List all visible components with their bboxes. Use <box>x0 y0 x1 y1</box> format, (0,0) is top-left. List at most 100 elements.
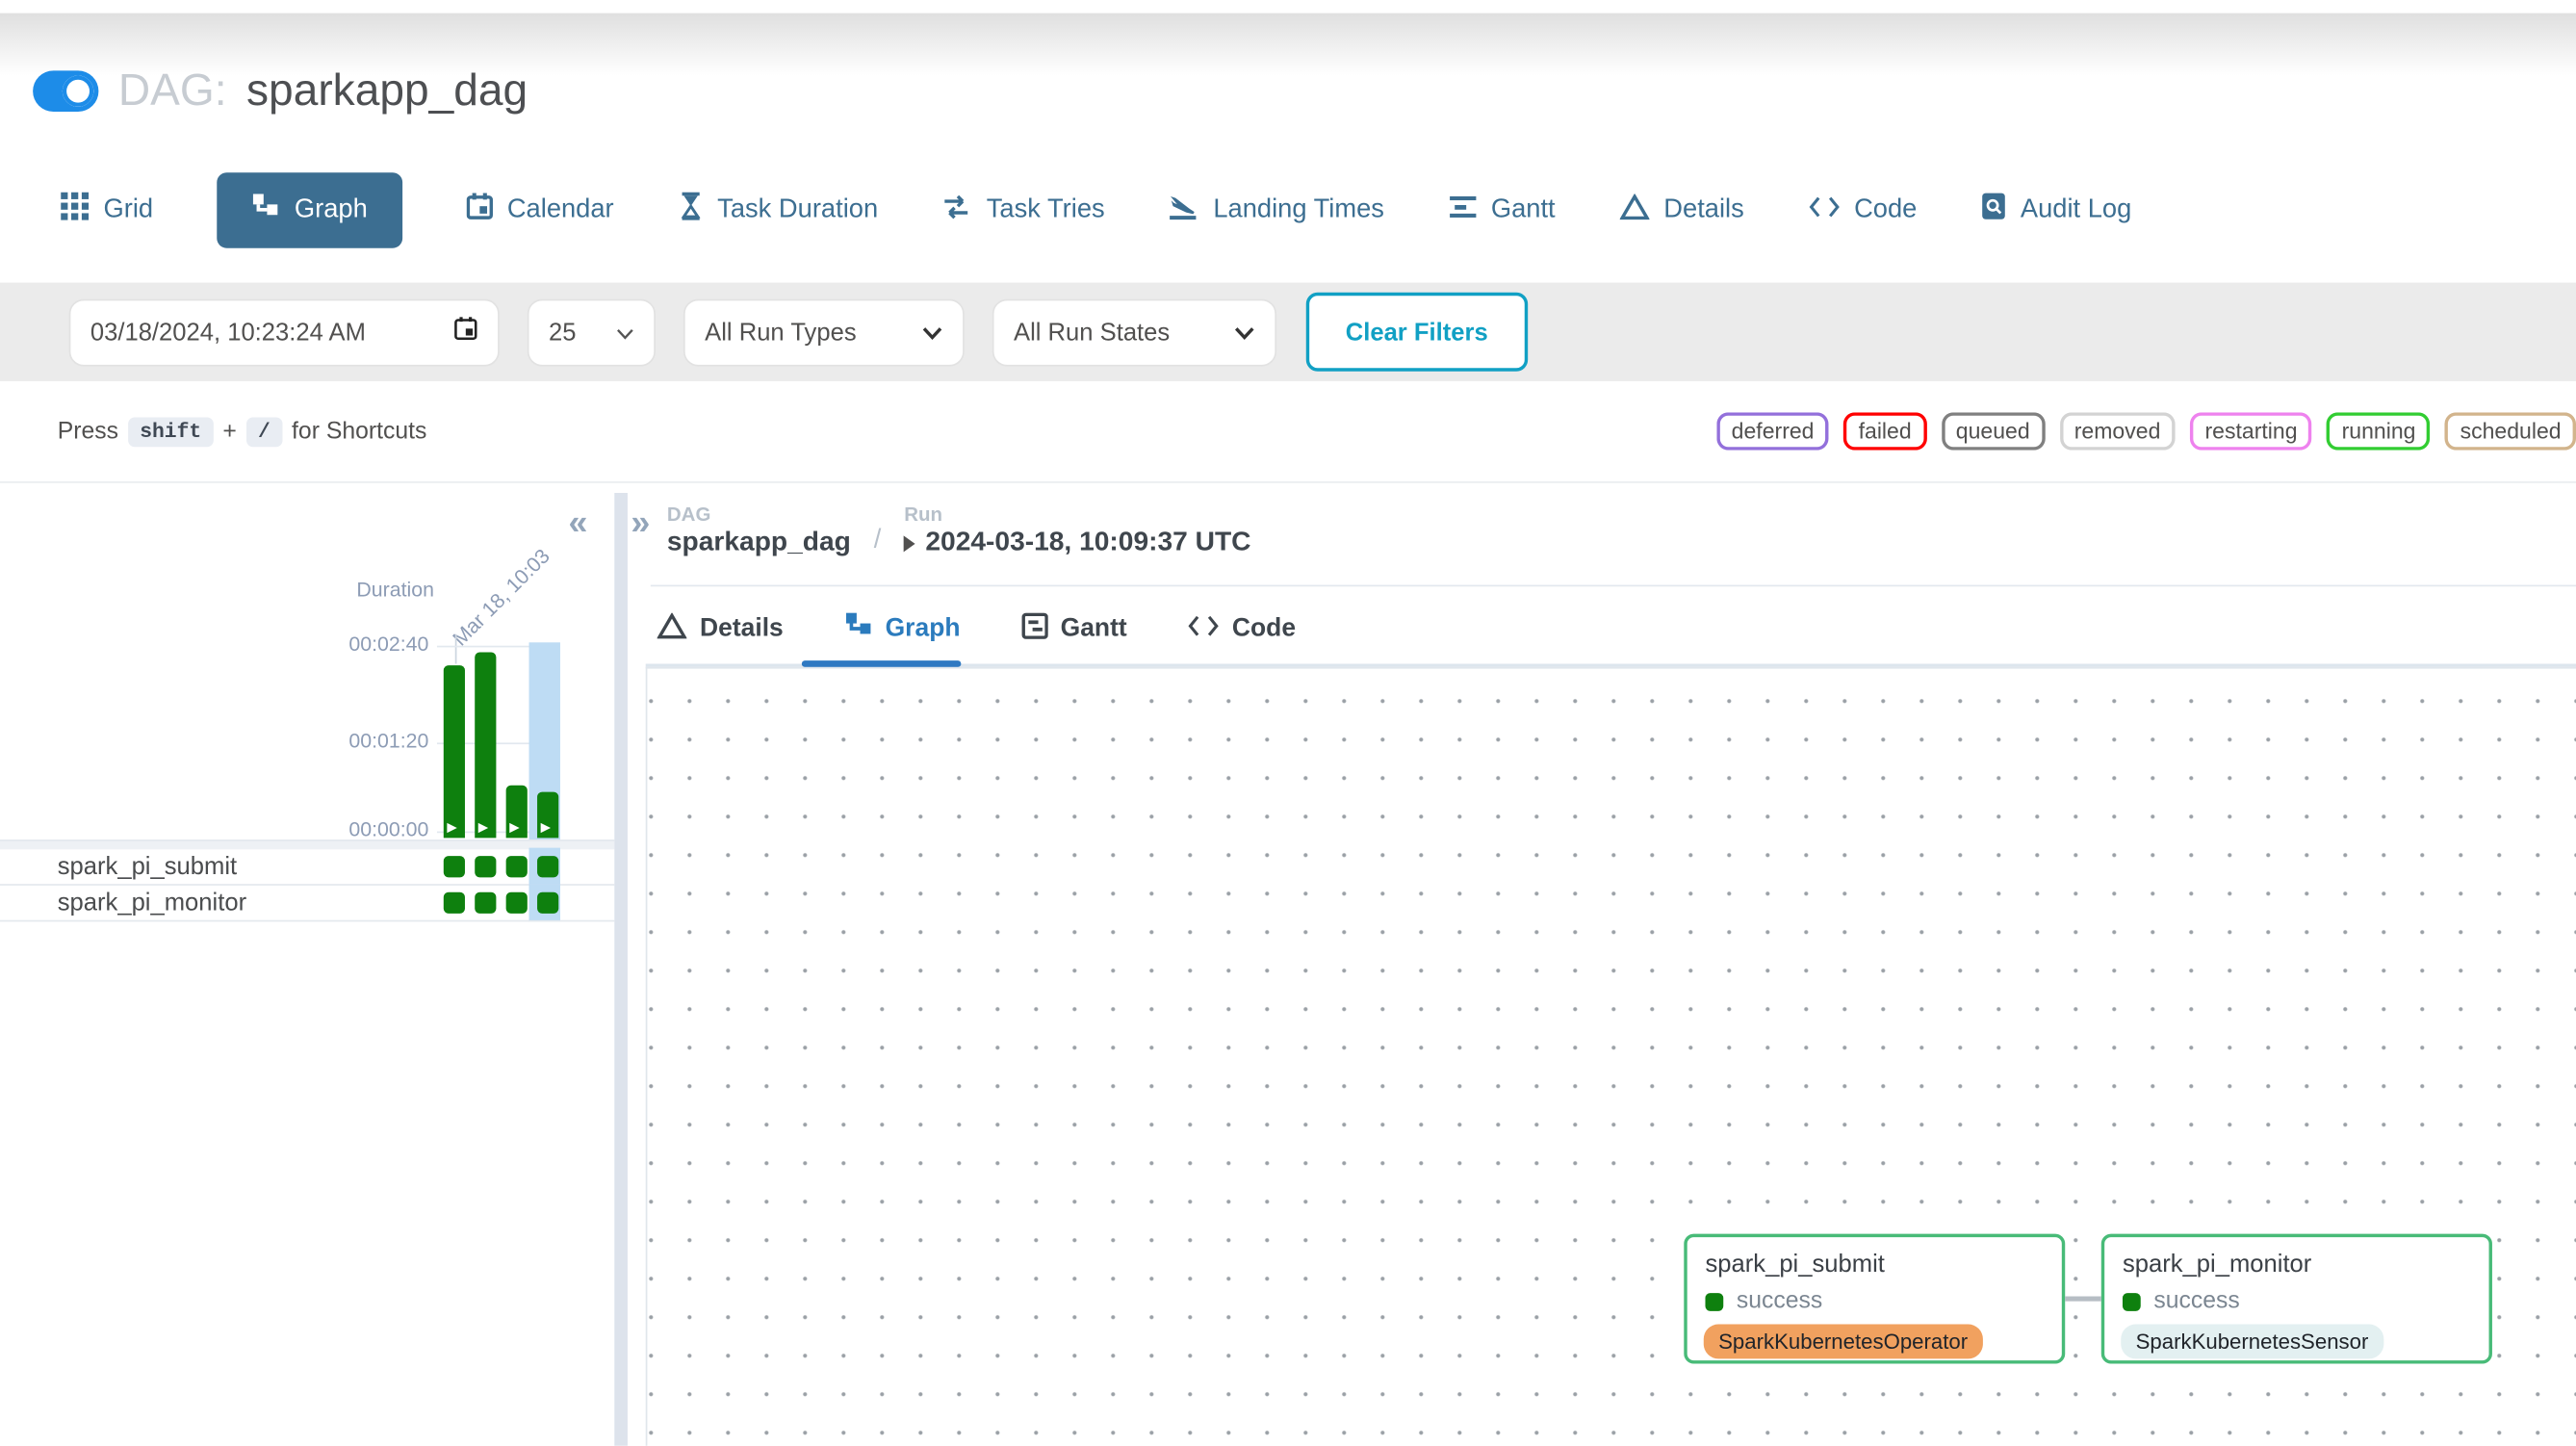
dag-pause-toggle[interactable] <box>33 70 98 112</box>
graph-icon <box>252 193 280 229</box>
warning-icon <box>657 612 687 647</box>
task-instance-success[interactable] <box>475 891 496 913</box>
nav-tab-code[interactable]: Code <box>1808 194 1917 225</box>
breadcrumb: DAG sparkapp_dag / Run 2024-03-18, 10:09… <box>667 503 1251 558</box>
nav-tab-label: Graph <box>295 195 368 225</box>
shift-key: shift <box>128 417 213 447</box>
nav-tab-graph[interactable]: Graph <box>218 172 402 248</box>
graph-icon <box>844 611 872 648</box>
duration-axis-label: Duration <box>356 579 434 602</box>
task-instance-success[interactable] <box>537 855 558 876</box>
run-tab-label: Gantt <box>1061 614 1127 644</box>
state-badge-deferred[interactable]: deferred <box>1716 412 1829 450</box>
run-tab-gantt[interactable]: Gantt <box>1021 612 1127 647</box>
nav-tab-label: Task Duration <box>717 195 878 225</box>
task-instance-success[interactable] <box>506 891 528 913</box>
task-instance-success[interactable] <box>537 891 558 913</box>
audit-icon <box>1981 193 2006 229</box>
run-tab-details[interactable]: Details <box>657 612 784 647</box>
run-type-play-icon: ▶ <box>447 820 457 837</box>
toggle-knob <box>63 76 93 107</box>
run-type-play-icon: ▶ <box>509 820 520 837</box>
code-icon <box>1188 613 1219 644</box>
nav-tab-label: Audit Log <box>2021 195 2131 225</box>
chevron-down-icon <box>921 318 942 346</box>
calendar-icon <box>453 316 478 349</box>
breadcrumb-run[interactable]: Run 2024-03-18, 10:09:37 UTC <box>904 503 1250 558</box>
task-state: success <box>1737 1288 1822 1314</box>
base-date-value: 03/18/2024, 10:23:24 AM <box>90 318 366 346</box>
breadcrumb-run-value: 2024-03-18, 10:09:37 UTC <box>925 528 1250 558</box>
shortcut-hint: Press shift + / for Shortcuts <box>58 417 427 447</box>
state-badge-removed[interactable]: removed <box>2059 412 2175 450</box>
state-badge-scheduled[interactable]: scheduled <box>2445 412 2576 450</box>
run-states-select[interactable]: All Run States <box>992 298 1276 366</box>
run-tab-graph[interactable]: Graph <box>844 611 961 648</box>
nav-tab-label: Gantt <box>1491 195 1556 225</box>
dag-run-bar[interactable]: ▶ <box>444 665 465 838</box>
dag-view-tabs: Grid Graph Calendar Task Duration Task Tries… <box>61 170 2576 249</box>
run-tab-label: Details <box>700 614 784 644</box>
task-row-spark_pi_monitor[interactable]: spark_pi_monitor <box>0 884 614 921</box>
state-badge-failed[interactable]: failed <box>1843 412 1926 450</box>
main-area: « Duration Mar 18, 10:03 00:02:40 00:01:… <box>0 483 2576 1446</box>
panel-divider[interactable] <box>614 493 628 1446</box>
graph-canvas[interactable]: spark_pi_submitsuccessSparkKubernetesOpe… <box>646 667 2576 1446</box>
task-node-spark_pi_monitor[interactable]: spark_pi_monitorsuccessSparkKubernetesSe… <box>2101 1234 2492 1364</box>
nav-tab-gantt[interactable]: Gantt <box>1448 194 1555 228</box>
task-state: success <box>2153 1288 2239 1314</box>
state-badge-queued[interactable]: queued <box>1941 412 2045 450</box>
page-size-value: 25 <box>549 318 576 346</box>
clear-filters-button[interactable]: Clear Filters <box>1306 293 1528 372</box>
calendar-icon <box>466 193 492 229</box>
task-name: spark_pi_monitor <box>58 889 246 917</box>
base-date-input[interactable]: 03/18/2024, 10:23:24 AM <box>69 298 500 366</box>
state-badge-restarting[interactable]: restarting <box>2190 412 2312 450</box>
run-triangle-icon <box>904 535 915 552</box>
run-states-value: All Run States <box>1014 318 1170 346</box>
task-instance-success[interactable] <box>475 855 496 876</box>
nav-tab-label: Details <box>1663 195 1743 225</box>
task-instance-success[interactable] <box>444 891 465 913</box>
run-column-label[interactable]: Mar 18, 10:03 <box>449 506 593 651</box>
nav-tab-details[interactable]: Details <box>1619 194 1744 228</box>
dag-run-bar[interactable]: ▶ <box>537 792 558 839</box>
airflow-dag-page: DAG: sparkapp_dag Grid Graph Calendar Task … <box>0 0 2576 1446</box>
nav-tab-calendar[interactable]: Calendar <box>466 193 613 229</box>
task-row-spark_pi_submit[interactable]: spark_pi_submit <box>0 848 614 886</box>
dag-run-bar[interactable]: ▶ <box>475 653 496 839</box>
task-instance-success[interactable] <box>444 855 465 876</box>
nav-tab-task-duration[interactable]: Task Duration <box>678 193 878 229</box>
run-types-select[interactable]: All Run Types <box>683 298 965 366</box>
nav-tab-audit-log[interactable]: Audit Log <box>1981 193 2131 229</box>
breadcrumb-dag-label: DAG <box>667 503 851 526</box>
nav-tab-label: Grid <box>104 195 154 225</box>
state-badge-running[interactable]: running <box>2327 412 2431 450</box>
axis-tick <box>455 634 457 664</box>
task-node-spark_pi_submit[interactable]: spark_pi_submitsuccessSparkKubernetesOpe… <box>1684 1234 2065 1364</box>
task-instance-success[interactable] <box>506 855 528 876</box>
breadcrumb-dag[interactable]: DAG sparkapp_dag <box>667 503 851 558</box>
run-types-value: All Run Types <box>705 318 856 346</box>
dag-title: sparkapp_dag <box>246 65 528 116</box>
filter-bar: 03/18/2024, 10:23:24 AM 25 All Run Types… <box>0 283 2576 381</box>
operator-badge: SparkKubernetesSensor <box>2121 1325 2383 1359</box>
nav-tab-landing-times[interactable]: Landing Times <box>1169 193 1384 229</box>
shortcut-row: Press shift + / for Shortcuts deferred fa… <box>0 381 2576 483</box>
state-legend: deferred failed queued removed restarting run… <box>1716 412 2576 450</box>
state-square-icon <box>1705 1292 1723 1310</box>
expand-panel-icon[interactable]: » <box>631 506 650 541</box>
task-edge <box>2065 1297 2101 1302</box>
run-tab-code[interactable]: Code <box>1188 613 1296 644</box>
run-tab-label: Code <box>1232 614 1296 644</box>
dag-header: DAG: sparkapp_dag <box>33 65 528 116</box>
nav-tab-label: Landing Times <box>1213 195 1384 225</box>
dag-run-bar[interactable]: ▶ <box>506 786 528 839</box>
breadcrumb-dag-value: sparkapp_dag <box>667 528 851 558</box>
nav-tab-task-tries[interactable]: Task Tries <box>942 194 1105 228</box>
nav-tab-grid[interactable]: Grid <box>61 193 153 229</box>
page-size-select[interactable]: 25 <box>528 298 656 366</box>
gantt-sm-icon <box>1021 612 1047 647</box>
y-tick-1: 00:01:20 <box>348 730 428 753</box>
nav-tab-label: Calendar <box>507 195 614 225</box>
